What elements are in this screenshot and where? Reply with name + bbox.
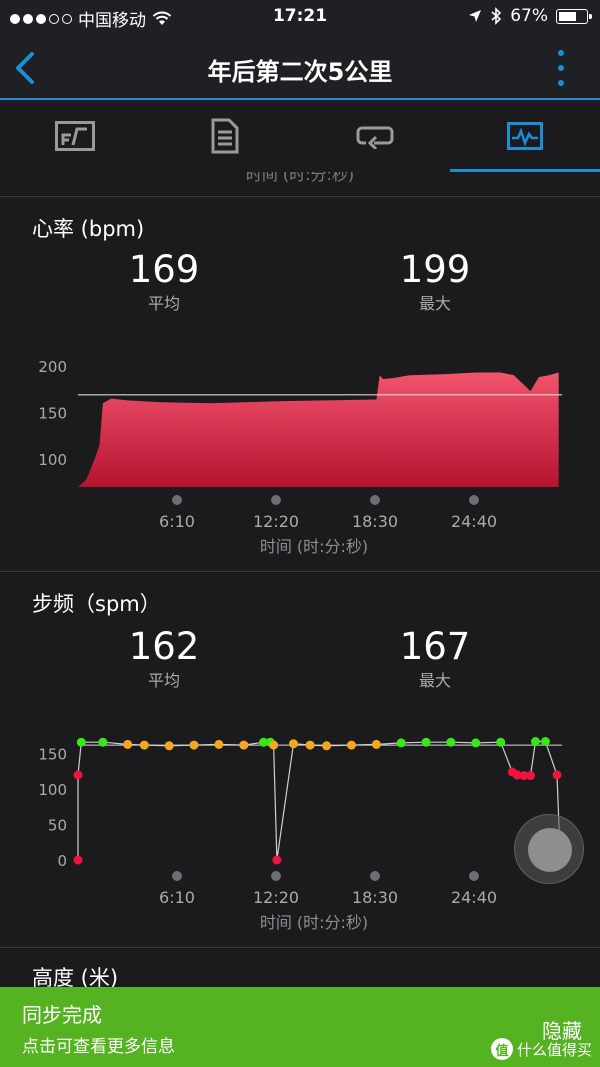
cadence-line bbox=[77, 740, 561, 861]
y-tick-label: 150 bbox=[38, 746, 67, 764]
battery-icon bbox=[556, 8, 592, 24]
cadence-point bbox=[347, 740, 356, 750]
x-tick-label: 18:30 bbox=[352, 512, 398, 531]
stat-value: 162 bbox=[128, 625, 200, 668]
sync-complete-banner[interactable]: 同步完成 点击可查看更多信息 隐藏 值 什么值得买 bbox=[0, 987, 600, 1067]
heart-rate-title: 心率 (bpm) bbox=[32, 217, 145, 241]
cadence-point bbox=[73, 770, 83, 780]
watermark: 值 什么值得买 bbox=[490, 1038, 592, 1060]
tab-details[interactable] bbox=[150, 100, 300, 172]
heart-rate-average: 169 平均 bbox=[84, 250, 244, 314]
cadence-point bbox=[76, 737, 86, 747]
y-tick-label: 100 bbox=[38, 451, 67, 469]
x-tick-label: 18:30 bbox=[352, 888, 398, 907]
heart-rate-chart[interactable]: 100 150 200 6:10 12:20 18:30 24:40 时间 (时:分:秒) bbox=[0, 340, 600, 570]
cadence-point bbox=[98, 737, 108, 747]
cadence-point bbox=[446, 737, 456, 747]
y-tick-label: 0 bbox=[57, 852, 67, 870]
watermark-logo-icon: 值 bbox=[490, 1038, 513, 1060]
banner-title: 同步完成 bbox=[22, 1003, 102, 1027]
bluetooth-icon bbox=[491, 7, 502, 25]
nav-bar: 年后第二次5公里 bbox=[0, 34, 600, 100]
cadence-title: 步频（spm） bbox=[32, 592, 161, 616]
cadence-point bbox=[139, 740, 149, 750]
cadence-point bbox=[189, 740, 199, 750]
more-vertical-icon[interactable] bbox=[556, 50, 566, 86]
x-tick-label: 12:20 bbox=[253, 888, 299, 907]
stat-label: 最大 bbox=[418, 671, 451, 690]
document-icon bbox=[211, 118, 239, 154]
stat-value: 167 bbox=[399, 625, 471, 668]
cadence-point bbox=[305, 740, 315, 750]
y-tick-label: 100 bbox=[38, 781, 67, 799]
cadence-point bbox=[164, 741, 174, 751]
x-tick-dot bbox=[172, 871, 182, 881]
stat-label: 平均 bbox=[147, 294, 180, 313]
x-tick-dot bbox=[271, 495, 281, 505]
heart-rate-area bbox=[78, 372, 559, 487]
section-divider bbox=[0, 571, 600, 572]
cadence-point bbox=[269, 740, 279, 750]
tab-charts[interactable] bbox=[450, 100, 600, 172]
cadence-point bbox=[123, 739, 133, 749]
section-divider bbox=[0, 196, 600, 197]
cadence-point bbox=[289, 739, 298, 749]
stat-value: 199 bbox=[399, 248, 471, 291]
loop-icon bbox=[356, 126, 394, 149]
tab-laps[interactable] bbox=[300, 100, 450, 172]
banner-subtitle: 点击可查看更多信息 bbox=[22, 1037, 175, 1057]
charts-content[interactable]: 时间 (时:分:秒) 心率 (bpm) 169 平均 199 最大 100 150… bbox=[0, 172, 600, 987]
x-tick-label: 12:20 bbox=[253, 512, 299, 531]
elevation-title: 高度 (米) bbox=[32, 966, 119, 987]
x-tick-label: 24:40 bbox=[451, 888, 497, 907]
cadence-point bbox=[396, 738, 406, 748]
cadence-point bbox=[421, 737, 431, 747]
watermark-text: 什么值得买 bbox=[516, 1040, 592, 1059]
x-tick-dot bbox=[370, 495, 380, 505]
cadence-max: 167 最大 bbox=[355, 627, 515, 691]
section-divider bbox=[0, 947, 600, 948]
previous-chart-axis-label: 时间 (时:分:秒) bbox=[245, 172, 355, 184]
stat-value: 169 bbox=[128, 248, 200, 291]
x-tick-dot bbox=[370, 871, 380, 881]
y-tick-label: 50 bbox=[48, 817, 67, 835]
x-tick-label: 24:40 bbox=[451, 512, 497, 531]
cadence-point bbox=[531, 737, 540, 746]
cadence-point bbox=[471, 738, 481, 748]
cadence-point bbox=[73, 855, 83, 865]
cadence-average: 162 平均 bbox=[84, 627, 244, 691]
stat-label: 最大 bbox=[418, 294, 451, 313]
cadence-point bbox=[496, 737, 506, 747]
status-bar: 中国移动 17:21 67% bbox=[0, 0, 600, 34]
cadence-chart[interactable]: 0 50 100 150 6:10 12:20 18:30 24:40 时间 (时:分:秒) bbox=[0, 716, 600, 946]
cadence-point bbox=[214, 739, 224, 749]
tab-bar bbox=[0, 100, 600, 172]
cadence-point bbox=[540, 737, 550, 746]
x-tick-label: 6:10 bbox=[159, 512, 195, 531]
y-tick-label: 200 bbox=[38, 358, 67, 376]
page-title: 年后第二次5公里 bbox=[207, 58, 393, 86]
chart-icon bbox=[507, 122, 543, 150]
x-tick-dot bbox=[469, 871, 479, 881]
location-arrow-icon bbox=[469, 10, 482, 22]
overview-icon bbox=[55, 121, 95, 151]
x-tick-dot bbox=[469, 495, 479, 505]
cadence-point bbox=[272, 855, 282, 865]
x-tick-label: 6:10 bbox=[159, 888, 195, 907]
cadence-point bbox=[322, 741, 332, 751]
x-axis-title: 时间 (时:分:秒) bbox=[260, 537, 368, 556]
cadence-point bbox=[552, 770, 562, 780]
cadence-point bbox=[371, 739, 381, 749]
battery-percent: 67% bbox=[510, 6, 548, 26]
x-tick-dot bbox=[271, 871, 281, 881]
heart-rate-max: 199 最大 bbox=[355, 250, 515, 314]
stat-label: 平均 bbox=[147, 671, 180, 690]
y-tick-label: 150 bbox=[38, 405, 67, 423]
cadence-point bbox=[239, 740, 249, 750]
cadence-point bbox=[526, 771, 535, 781]
x-tick-dot bbox=[172, 495, 182, 505]
tab-overview[interactable] bbox=[0, 100, 150, 172]
assistive-touch-button[interactable] bbox=[514, 814, 584, 884]
x-axis-title: 时间 (时:分:秒) bbox=[260, 913, 368, 932]
